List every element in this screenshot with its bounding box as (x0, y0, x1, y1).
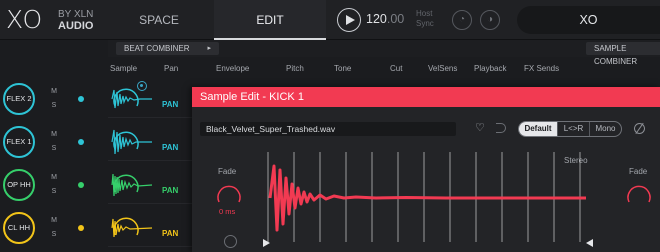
fade-out-label: Fade (629, 167, 648, 176)
logo-by-xln: BY XLN (58, 9, 94, 20)
pan-knob[interactable] (110, 127, 142, 157)
sample-combiner-button[interactable]: SAMPLE COMBINER (586, 42, 660, 66)
xo-logo: XO BY XLN AUDIO (6, 6, 106, 34)
reverse-icon[interactable] (496, 123, 506, 133)
sample-edit-panel: Sample Edit - KICK 1 Black_Velvet_Super_… (192, 87, 660, 252)
mute-button[interactable]: M (49, 88, 59, 95)
channel-name-flex-2[interactable]: FLEX 2 (3, 83, 35, 115)
pan-label: PAN (162, 143, 179, 152)
pan-label: PAN (162, 100, 179, 109)
mute-button[interactable]: M (49, 174, 59, 181)
channel-color-dot (78, 225, 84, 231)
col-header-velsens: VelSens (428, 64, 458, 73)
mode-mono-button[interactable]: Mono (589, 122, 621, 136)
col-header-playback: Playback (474, 64, 507, 73)
fade-in-knob[interactable] (214, 180, 244, 210)
fade-out-knob[interactable] (624, 180, 654, 210)
channel-row[interactable]: CL HH M S (0, 210, 108, 248)
stereo-mode-selector: Default L<>R Mono (518, 121, 622, 137)
pan-knob[interactable] (110, 213, 142, 243)
link-icon[interactable]: ◑ (480, 10, 500, 30)
pan-knob[interactable] (110, 84, 142, 114)
sample-edit-title: Sample Edit - KICK 1 (200, 91, 304, 103)
combiner-bar: BEAT COMBINER ▸ SAMPLE COMBINER (108, 40, 660, 66)
host-sync-label[interactable]: Host Sync (416, 9, 446, 29)
play-button[interactable] (337, 8, 361, 32)
sample-end-marker[interactable] (586, 239, 593, 247)
mute-button[interactable]: M (49, 217, 59, 224)
channel-color-dot (78, 96, 84, 102)
tab-space[interactable]: SPACE (104, 0, 214, 40)
top-bar: XO BY XLN AUDIO SPACE EDIT 120.00 Host S… (0, 0, 660, 40)
pan-knob[interactable] (110, 170, 142, 200)
logo-audio: AUDIO (58, 20, 94, 32)
channel-row[interactable]: OP HH M S (0, 167, 108, 205)
sample-file-name[interactable]: Black_Velvet_Super_Trashed.wav (200, 122, 456, 136)
sample-cell[interactable]: PAN (108, 209, 192, 247)
sample-start-marker[interactable] (263, 239, 270, 247)
sample-cell[interactable]: PAN (108, 166, 192, 204)
channel-row[interactable]: FLEX 2 M S (0, 81, 108, 119)
channel-row[interactable]: FLEX 1 M S (0, 124, 108, 162)
fade-in-label: Fade (218, 167, 237, 176)
col-header-pan: Pan (164, 64, 179, 73)
sample-cell[interactable]: PAN (108, 80, 192, 118)
reset-icon[interactable] (634, 123, 645, 134)
channel-strip: FLEX 2 M S FLEX 1 M S OP HH M S CL HH M … (0, 57, 108, 252)
preset-name[interactable]: XO (517, 6, 660, 34)
fade-in-value: 0 ms (219, 207, 236, 216)
heart-icon[interactable]: ♡ (475, 121, 485, 134)
channel-name-flex-1[interactable]: FLEX 1 (3, 126, 35, 158)
sample-cell[interactable]: PAN (108, 123, 192, 161)
column-headers: Sample Pan Envelope Pitch Tone Cut VelSe… (108, 64, 660, 78)
solo-button[interactable]: S (49, 188, 59, 195)
solo-button[interactable]: S (49, 145, 59, 152)
channel-color-dot (78, 139, 84, 145)
tab-edit[interactable]: EDIT (214, 0, 326, 40)
bpm-integer: 120 (366, 12, 387, 26)
col-header-envelope: Envelope (216, 64, 250, 73)
col-header-cut: Cut (390, 64, 403, 73)
col-header-fx-sends: FX Sends (524, 64, 560, 73)
col-header-pitch: Pitch (286, 64, 304, 73)
pan-label: PAN (162, 229, 179, 238)
solo-button[interactable]: S (49, 102, 59, 109)
beat-combiner-button[interactable]: BEAT COMBINER ▸ (116, 42, 219, 55)
logo-mark: XO (6, 5, 44, 34)
beat-combiner-label: BEAT COMBINER (124, 44, 190, 53)
channel-name-op-hh[interactable]: OP HH (3, 169, 35, 201)
waveform-display[interactable] (266, 152, 598, 242)
mode-lr-button[interactable]: L<>R (557, 122, 589, 136)
bpm-display[interactable]: 120.00 (366, 12, 404, 26)
arrow-right-icon: ▸ (207, 45, 211, 52)
col-header-sample: Sample (110, 64, 138, 73)
mode-default-button[interactable]: Default (519, 122, 557, 136)
preview-icon[interactable] (224, 235, 237, 248)
channel-name-cl-hh[interactable]: CL HH (3, 212, 35, 244)
metronome-icon[interactable]: ◔ (452, 10, 472, 30)
solo-button[interactable]: S (49, 231, 59, 238)
channel-color-dot (78, 182, 84, 188)
sample-edit-header[interactable]: Sample Edit - KICK 1 (192, 87, 660, 107)
mute-button[interactable]: M (49, 131, 59, 138)
pan-label: PAN (162, 186, 179, 195)
bpm-decimal: .00 (386, 12, 405, 26)
col-header-tone: Tone (334, 64, 352, 73)
sample-column: PAN PAN PAN PAN (108, 78, 192, 252)
